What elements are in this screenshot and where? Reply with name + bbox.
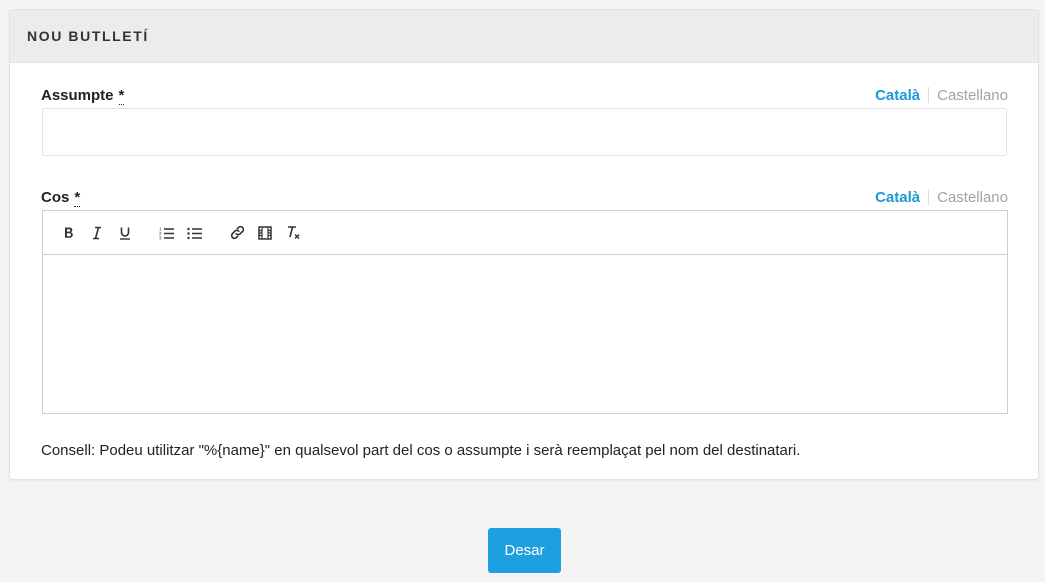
- subject-lang-castellano[interactable]: Castellano: [929, 87, 1008, 104]
- underline-button[interactable]: [111, 219, 139, 247]
- subject-field-row: Assumpte * Català Castellano: [41, 85, 1008, 105]
- ordered-list-icon: 1 2 3: [159, 226, 174, 240]
- newsletter-form-card: NOU BUTLLETÍ Assumpte * Català Castellano…: [9, 9, 1039, 480]
- subject-lang-catala[interactable]: Català: [875, 87, 928, 104]
- subject-label: Assumpte *: [41, 86, 125, 105]
- editor-content-area[interactable]: [43, 255, 1007, 413]
- body-lang-castellano[interactable]: Castellano: [929, 189, 1008, 206]
- list-group: 1 2 3: [153, 219, 209, 247]
- subject-input[interactable]: [42, 108, 1007, 156]
- subject-label-text: Assumpte: [41, 86, 114, 104]
- hint-text: Consell: Podeu utilitzar "%{name}" en qu…: [41, 442, 801, 459]
- bold-icon: [65, 227, 73, 238]
- insert-group: [223, 219, 307, 247]
- subject-language-switch: Català Castellano: [875, 87, 1008, 104]
- required-mark: *: [118, 86, 125, 105]
- video-button[interactable]: [251, 219, 279, 247]
- save-button[interactable]: Desar: [488, 528, 561, 573]
- underline-icon: [120, 227, 130, 240]
- body-label: Cos *: [41, 188, 81, 207]
- card-header: NOU BUTLLETÍ: [10, 10, 1038, 63]
- required-mark: *: [74, 188, 81, 207]
- svg-text:3: 3: [159, 235, 162, 240]
- body-field-row: Cos * Català Castellano: [41, 187, 1008, 207]
- body-language-switch: Català Castellano: [875, 189, 1008, 206]
- video-icon: [258, 225, 272, 240]
- link-icon: [230, 225, 244, 240]
- format-group: [55, 219, 139, 247]
- body-label-text: Cos: [41, 188, 70, 206]
- clear-format-button[interactable]: [279, 219, 307, 247]
- ordered-list-button[interactable]: 1 2 3: [153, 219, 181, 247]
- bullet-list-icon: [187, 227, 202, 239]
- clear-format-icon: [287, 226, 299, 239]
- italic-button[interactable]: [83, 219, 111, 247]
- rich-text-editor: 1 2 3: [42, 210, 1008, 414]
- link-button[interactable]: [223, 219, 251, 247]
- body-lang-catala[interactable]: Català: [875, 189, 928, 206]
- bullet-list-button[interactable]: [181, 219, 209, 247]
- editor-toolbar: 1 2 3: [43, 211, 1007, 255]
- italic-icon: [93, 226, 101, 239]
- card-title: NOU BUTLLETÍ: [27, 28, 149, 44]
- bold-button[interactable]: [55, 219, 83, 247]
